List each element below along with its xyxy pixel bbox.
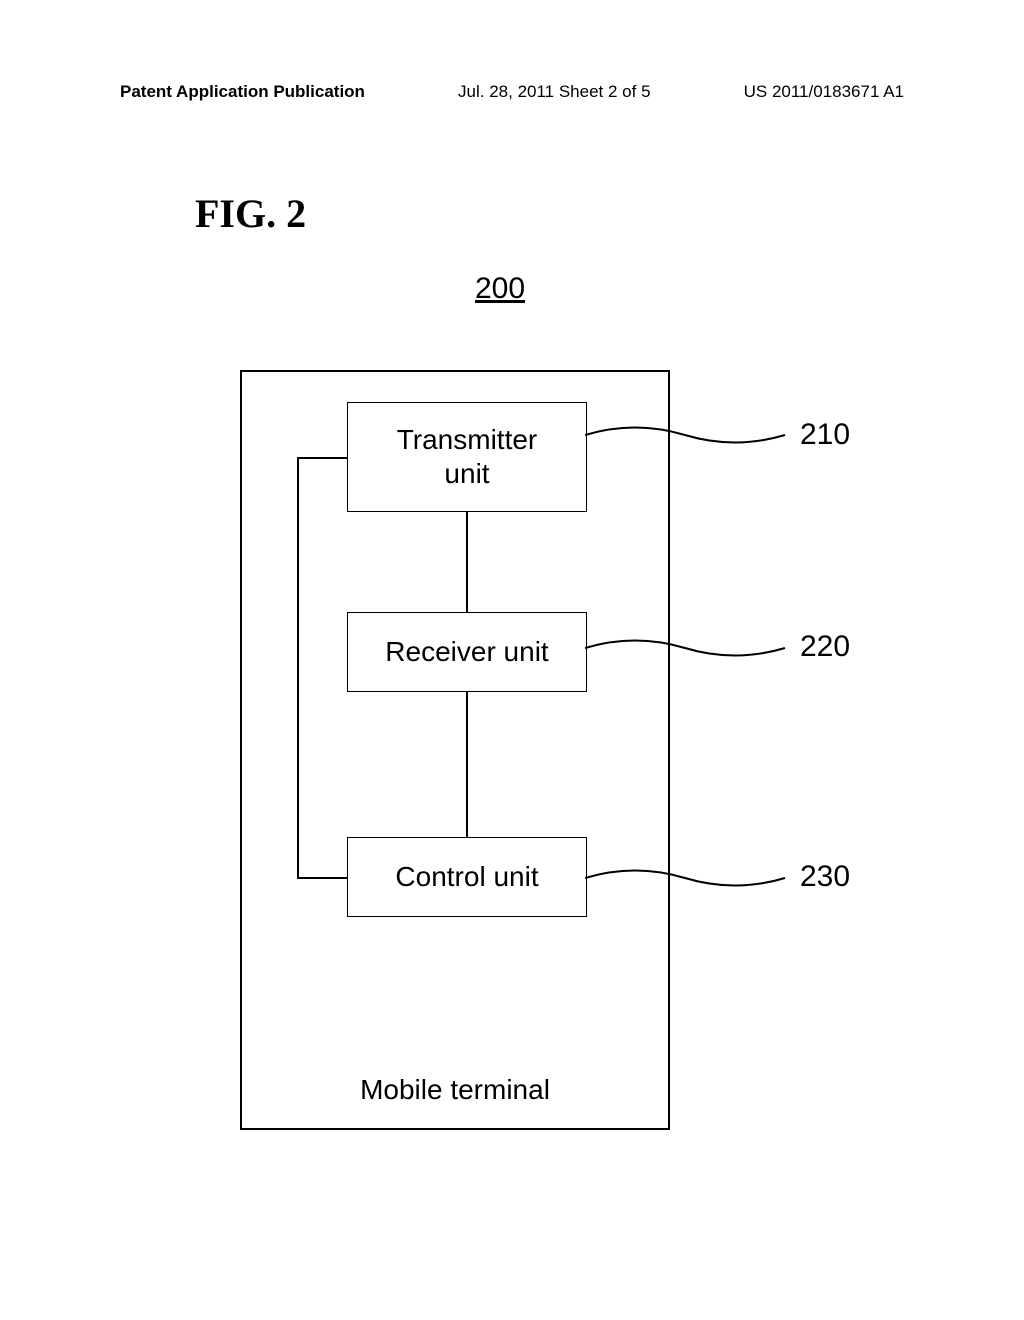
header-right: US 2011/0183671 A1	[744, 82, 904, 102]
connector-left-bus-top	[297, 457, 347, 459]
reference-210: 210	[800, 418, 850, 452]
transmitter-label-line2: unit	[444, 457, 489, 491]
page-header: Patent Application Publication Jul. 28, …	[0, 82, 1024, 102]
control-unit-box: Control unit	[347, 837, 587, 917]
figure-label: FIG. 2	[195, 190, 306, 237]
receiver-unit-box: Receiver unit	[347, 612, 587, 692]
mobile-terminal-container: Transmitter unit Receiver unit Control u…	[240, 370, 670, 1130]
reference-230: 230	[800, 860, 850, 894]
header-center: Jul. 28, 2011 Sheet 2 of 5	[458, 82, 651, 102]
reference-200: 200	[475, 272, 525, 306]
connector-left-bus-vertical	[297, 457, 299, 877]
container-label: Mobile terminal	[242, 1074, 668, 1106]
header-left: Patent Application Publication	[120, 82, 365, 102]
connector-tx-rx	[466, 512, 468, 612]
connector-left-bus-bottom	[297, 877, 347, 879]
transmitter-unit-box: Transmitter unit	[347, 402, 587, 512]
transmitter-label-line1: Transmitter	[397, 423, 538, 457]
reference-220: 220	[800, 630, 850, 664]
connector-rx-ctrl	[466, 692, 468, 837]
receiver-label: Receiver unit	[385, 635, 548, 669]
control-label: Control unit	[395, 860, 538, 894]
